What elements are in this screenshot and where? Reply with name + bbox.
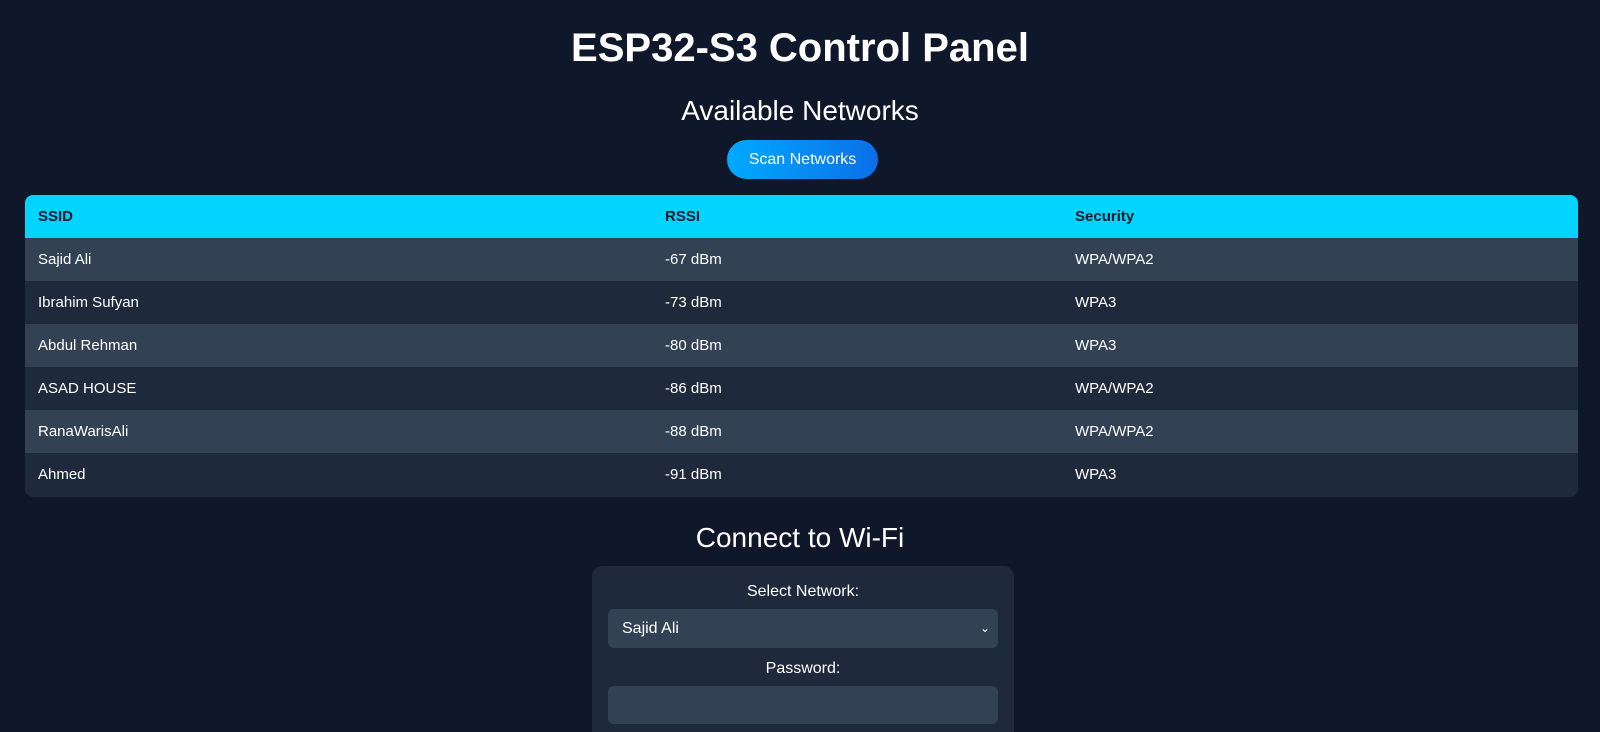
page-title: ESP32-S3 Control Panel	[571, 26, 1029, 70]
network-rssi: -91 dBm	[665, 466, 722, 483]
table-row[interactable]: Abdul Rehman -80 dBm WPA3	[25, 324, 1578, 367]
connect-form: Select Network: Sajid Ali ⌄ Password:	[592, 566, 1014, 732]
available-networks-title: Available Networks	[681, 95, 919, 126]
control-panel-page: ESP32-S3 Control Panel Available Network…	[0, 0, 1600, 732]
table-row[interactable]: Ibrahim Sufyan -73 dBm WPA3	[25, 281, 1578, 324]
table-header-row: SSID RSSI Security	[25, 195, 1578, 238]
column-header-ssid: SSID	[38, 208, 74, 225]
network-rssi: -80 dBm	[665, 337, 722, 354]
network-rssi: -73 dBm	[665, 294, 722, 311]
network-ssid: Ahmed	[38, 466, 86, 483]
network-ssid: RanaWarisAli	[38, 423, 129, 440]
chevron-down-icon: ⌄	[979, 621, 990, 635]
password-label: Password:	[765, 660, 841, 677]
connect-wifi-title: Connect to Wi-Fi	[695, 522, 905, 553]
network-ssid: Ibrahim Sufyan	[38, 294, 139, 311]
table-row[interactable]: Sajid Ali -67 dBm WPA/WPA2	[25, 238, 1578, 281]
network-ssid: ASAD HOUSE	[38, 380, 137, 397]
networks-table: SSID RSSI Security Sajid Ali -67 dBm WPA…	[25, 195, 1578, 497]
network-rssi: -88 dBm	[665, 423, 722, 440]
network-security: WPA/WPA2	[1075, 423, 1154, 440]
column-header-rssi: RSSI	[665, 208, 701, 225]
network-security: WPA/WPA2	[1075, 251, 1154, 268]
network-rssi: -67 dBm	[665, 251, 722, 268]
select-network-label: Select Network:	[746, 583, 860, 600]
password-input[interactable]	[608, 686, 998, 724]
network-select[interactable]: Sajid Ali ⌄	[608, 609, 998, 648]
network-rssi: -86 dBm	[665, 380, 722, 397]
network-security: WPA3	[1075, 466, 1117, 483]
table-row[interactable]: RanaWarisAli -88 dBm WPA/WPA2	[25, 410, 1578, 453]
network-security: WPA3	[1075, 337, 1117, 354]
network-security: WPA/WPA2	[1075, 380, 1154, 397]
network-ssid: Sajid Ali	[38, 251, 92, 268]
table-row[interactable]: Ahmed -91 dBm WPA3	[25, 453, 1578, 496]
network-ssid: Abdul Rehman	[38, 337, 138, 354]
scan-networks-button[interactable]: Scan Networks	[727, 140, 878, 179]
table-row[interactable]: ASAD HOUSE -86 dBm WPA/WPA2	[25, 367, 1578, 410]
column-header-security: Security	[1075, 208, 1135, 225]
selected-network-value: Sajid Ali	[622, 620, 679, 637]
network-security: WPA3	[1075, 294, 1117, 311]
